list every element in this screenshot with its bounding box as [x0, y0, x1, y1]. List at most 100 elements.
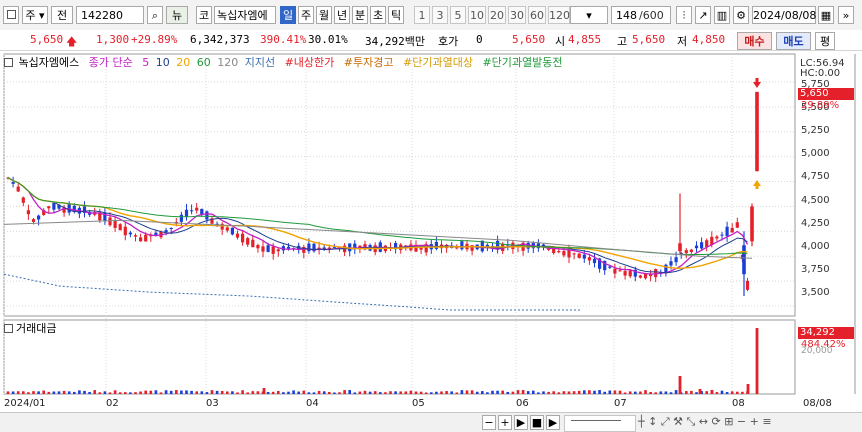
volume-bar [251, 391, 255, 394]
market-select[interactable]: 주 ▾ [22, 6, 48, 24]
interval-tab-20[interactable]: 20 [488, 6, 506, 24]
count-input[interactable]: 148 [611, 6, 639, 24]
period-tab-1[interactable]: 주 [298, 6, 314, 24]
candle-body [674, 257, 678, 263]
candle-body [256, 245, 260, 249]
candle-type-icon[interactable]: ⫶ [676, 6, 692, 24]
candle-body [592, 258, 597, 264]
more-icon[interactable]: » [838, 6, 854, 24]
search-icon[interactable]: ⌕ [147, 6, 163, 24]
candle-body [419, 247, 423, 250]
volume-bar [37, 391, 40, 394]
candle-body [11, 182, 15, 184]
volume-bar [537, 392, 540, 394]
sell-button[interactable]: 매도 [776, 32, 811, 50]
candle-body [608, 266, 612, 268]
tool-icons[interactable]: ┼ ↕ ⤢ ⚒ ⤡ ↔ ⟳ ⊞ − + ≡ [638, 415, 772, 429]
candle-body [47, 206, 51, 209]
volume-bar [379, 392, 382, 394]
candle-body [261, 246, 265, 252]
interval-tab-120[interactable]: 120 [548, 6, 570, 24]
legend-box-icon[interactable] [4, 58, 13, 67]
volume-bar [475, 391, 479, 394]
stop-icon[interactable]: ■ [530, 415, 544, 430]
hoga-label: 호가 [438, 35, 459, 48]
volume-bar [98, 392, 102, 394]
volume-bar [343, 390, 346, 394]
minus-zoom-icon[interactable]: − [482, 415, 496, 430]
draw-tool-icon[interactable]: ↗ [695, 6, 711, 24]
volume-bar [664, 391, 668, 394]
volume-bar [618, 390, 622, 394]
interval-tab-1[interactable]: 1 [414, 6, 430, 24]
interval-tab-5[interactable]: 5 [450, 6, 466, 24]
volume-bar [460, 390, 464, 394]
volume-bar [338, 392, 341, 394]
gear-icon[interactable]: ⚙ [733, 6, 749, 24]
volume-bar [271, 391, 275, 394]
volume-bar [649, 391, 652, 394]
candle-body [720, 234, 724, 236]
layout-icon[interactable]: ▥ [714, 6, 730, 24]
candle-body [638, 275, 642, 278]
eval-button[interactable]: 평 [815, 32, 835, 50]
candle-body [715, 236, 719, 239]
code-type-button[interactable]: 코 [196, 6, 212, 24]
interval-tab-10[interactable]: 10 [468, 6, 486, 24]
scroll-thumb[interactable] [571, 420, 621, 426]
step-icon[interactable]: ▶ [546, 415, 560, 430]
date-field[interactable]: 2024/08/08 [752, 6, 816, 24]
dropdown-chevron-icon[interactable]: ▾ [570, 6, 608, 24]
price-tick-5: 4,500 [801, 194, 830, 206]
volume-box-icon[interactable] [4, 324, 13, 333]
candle-body [205, 211, 209, 220]
volume-bar [547, 391, 550, 394]
candle-body [184, 209, 189, 217]
price-chart[interactable] [0, 52, 862, 431]
prev-button[interactable]: 전 [51, 6, 73, 24]
legend-ma120: 120 [217, 56, 239, 69]
volume-bar [32, 391, 35, 394]
candle-body [557, 251, 561, 253]
news-button[interactable]: 뉴 [166, 6, 188, 24]
interval-tab-60[interactable]: 60 [528, 6, 546, 24]
period-tab-3[interactable]: 년 [334, 6, 350, 24]
chart-toolbar: 주 ▾ 전 142280 ⌕ 뉴 코 녹십자엠에 일주월년분초틱 1 3 5 10 20… [0, 0, 862, 31]
period-tab-6[interactable]: 틱 [388, 6, 404, 24]
stock-code-input[interactable]: 142280 [76, 6, 144, 24]
volume-bar [277, 390, 280, 394]
volume-bar [491, 390, 494, 394]
volume-bar [470, 390, 474, 394]
x-label-6: 07 [614, 398, 627, 409]
period-tab-5[interactable]: 초 [370, 6, 386, 24]
volume-bar [62, 390, 66, 394]
volume-bar [572, 391, 576, 394]
candle-body [623, 271, 627, 276]
volume-bar [419, 391, 423, 394]
scroll-track[interactable] [564, 415, 636, 432]
volume-bar [210, 390, 214, 394]
interval-tab-3[interactable]: 3 [432, 6, 448, 24]
buy-button[interactable]: 매수 [737, 32, 772, 50]
volume-bar [52, 391, 56, 394]
candle-body [113, 221, 117, 228]
volume-bar [348, 390, 351, 394]
volume-bar [124, 392, 127, 394]
up-marker-icon [753, 180, 761, 186]
volume-bar [445, 391, 448, 394]
plus-zoom-icon[interactable]: + [498, 415, 512, 430]
period-tab-2[interactable]: 월 [316, 6, 332, 24]
volume-bar [139, 391, 142, 394]
volume-bar [516, 390, 520, 394]
interval-tab-30[interactable]: 30 [508, 6, 526, 24]
volume-bar [644, 390, 647, 394]
period-tab-4[interactable]: 분 [352, 6, 368, 24]
window-menu-icon[interactable] [3, 6, 19, 24]
play-icon[interactable]: ▶ [514, 415, 528, 430]
high-value: 5,650 [632, 33, 666, 46]
period-tab-0[interactable]: 일 [280, 6, 296, 24]
volume-bar [725, 392, 729, 394]
volume-bar [226, 391, 229, 394]
bounce-aug-body [750, 206, 754, 242]
calendar-icon[interactable]: ▦ [818, 6, 834, 24]
